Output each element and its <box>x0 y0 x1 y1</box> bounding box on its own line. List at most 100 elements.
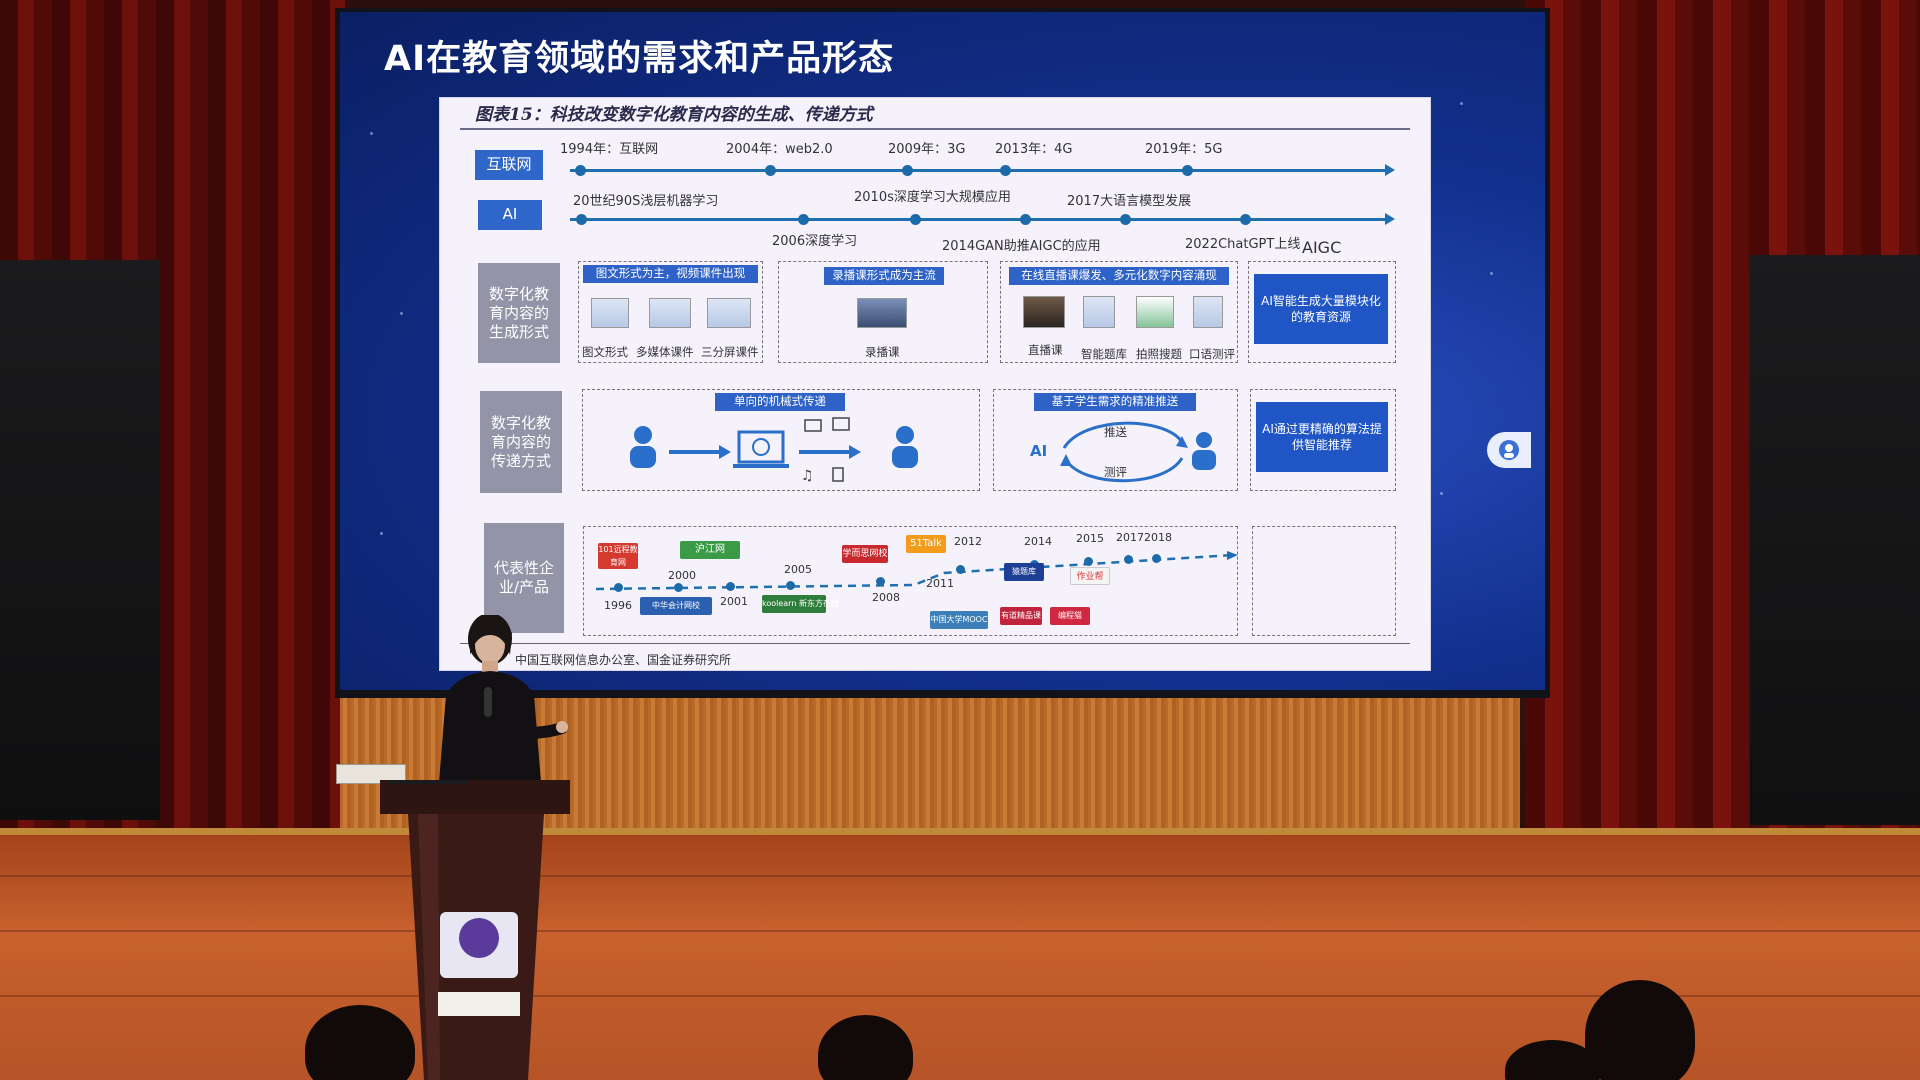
teacher-icon <box>630 426 656 468</box>
microphone-icon <box>484 687 492 717</box>
year-label: 2014 <box>1024 535 1052 548</box>
internet-timeline-line <box>570 169 1386 172</box>
caption: 拍照搜题 <box>1136 347 1182 361</box>
year-label: 2015 <box>1076 532 1104 545</box>
aigc-generation-text: AI智能生成大量模块化的教育资源 <box>1254 274 1388 344</box>
timeline-dot <box>956 565 965 574</box>
box-head: 基于学生需求的精准推送 <box>1034 393 1196 411</box>
ai-tag: AI <box>478 200 542 230</box>
internet-event: 2013年：4G <box>995 142 1073 157</box>
timeline-dot <box>575 165 586 176</box>
caption: 录播课 <box>865 345 900 359</box>
logo-youdao: 有道精品课 <box>1000 607 1042 625</box>
source-rule <box>460 643 1410 644</box>
acoustic-panel-right <box>1750 255 1920 825</box>
row-label-generation: 数字化教育内容的生成形式 <box>478 263 560 363</box>
internet-event: 2004年：web2.0 <box>726 142 833 157</box>
student-icon <box>892 426 918 468</box>
timeline-dot <box>902 165 913 176</box>
delivery-box-2: 基于学生需求的精准推送 AI 推送 测评 <box>993 389 1238 491</box>
year-label: 2012 <box>954 535 982 548</box>
recorded-lesson-thumbnail <box>857 298 907 328</box>
one-way-delivery-diagram: ♫ <box>630 417 918 484</box>
year-label: 2001 <box>720 595 748 608</box>
logo-51talk: 51Talk <box>906 535 946 553</box>
computer-icon <box>733 430 789 468</box>
row-label-delivery: 数字化教育内容的传递方式 <box>480 391 562 493</box>
slide-title: AI在教育领域的需求和产品形态 <box>384 39 895 79</box>
arrow-right-icon <box>669 445 731 459</box>
products-aigc-box <box>1252 526 1396 636</box>
year-label: 1996 <box>604 599 632 612</box>
caption: 智能题库 <box>1081 347 1127 361</box>
student-icon <box>1192 432 1216 470</box>
year-label: 2008 <box>872 591 900 604</box>
year-label: 2018 <box>1144 531 1172 544</box>
precision-push-diagram <box>1060 421 1216 483</box>
courseware-thumbnail <box>649 298 691 328</box>
timeline-dot <box>910 214 921 225</box>
ai-timeline-line <box>570 218 1386 221</box>
logo-chinaacc: 中华会计网校 <box>640 597 712 615</box>
caption: 多媒体课件 <box>636 345 694 359</box>
caption: 图文形式 <box>582 345 628 359</box>
logo-koolearn: koolearn 新东方在线 <box>762 595 839 613</box>
timeline-dot <box>1000 165 1011 176</box>
caption: 直播课 <box>1028 343 1063 357</box>
logo-101: 101远程教育网 <box>598 543 638 569</box>
ai-event: 2010s深度学习大规模应用 <box>854 190 1011 205</box>
internet-event: 2019年：5G <box>1145 142 1223 157</box>
timeline-dot <box>576 214 587 225</box>
push-label: 推送 <box>1104 425 1127 439</box>
timeline-dot <box>1124 555 1133 564</box>
timeline-dot <box>1240 214 1251 225</box>
products-timeline-box: 1996 2000 2001 2005 2008 2011 2012 2014 … <box>583 526 1238 636</box>
logo-yuantiku: 猿题库 <box>1004 563 1044 581</box>
caption-rule <box>460 128 1410 130</box>
logo-mooc: 中国大学MOOC <box>930 611 988 629</box>
courseware-thumbnail <box>707 298 751 328</box>
delivery-box-aigc: AI通过更精确的算法提供智能推荐 <box>1250 389 1396 491</box>
ai-event: 2022ChatGPT上线 <box>1185 237 1301 252</box>
svg-text:♫: ♫ <box>801 468 814 484</box>
timeline-dot <box>726 582 735 591</box>
acoustic-panel-left <box>0 260 160 820</box>
year-label: 2000 <box>668 569 696 582</box>
year-label: 2005 <box>784 563 812 576</box>
presenter <box>438 615 568 795</box>
logo-hujiang: 沪江网 <box>680 541 740 559</box>
timeline-dot <box>674 583 683 592</box>
year-label: 2011 <box>926 577 954 590</box>
timeline-dot <box>1120 214 1131 225</box>
question-bank-thumbnail <box>1083 296 1115 328</box>
ai-event: 20世纪90S浅层机器学习 <box>573 194 719 209</box>
arrow-right-icon <box>799 445 861 459</box>
courseware-thumbnail <box>591 298 629 328</box>
photo-search-thumbnail <box>1136 296 1174 328</box>
timeline-dot <box>1084 557 1093 566</box>
timeline-dot <box>765 165 776 176</box>
laptop <box>388 780 468 784</box>
timeline-dot <box>1152 554 1161 563</box>
timeline-dot <box>876 577 885 586</box>
box-head: 单向的机械式传递 <box>715 393 845 411</box>
figure-sheet: 图表15：科技改变数字化教育内容的生成、传递方式 互联网 1994年：互联网 2… <box>440 98 1430 670</box>
school-nameplate <box>438 992 520 1016</box>
caption: 三分屏课件 <box>701 345 759 359</box>
internet-event: 1994年：互联网 <box>560 142 659 157</box>
timeline-dot <box>786 581 795 590</box>
generation-box-3: 在线直播课爆发、多元化数字内容涌现 直播课 智能题库 拍照搜题 口语测评 <box>1000 261 1238 363</box>
aigc-delivery-text: AI通过更精确的算法提供智能推荐 <box>1256 402 1388 472</box>
figure-caption: 图表15：科技改变数字化教育内容的生成、传递方式 <box>475 105 873 125</box>
floating-assistant-button[interactable] <box>1487 432 1531 468</box>
generation-box-2: 录播课形式成为主流 录播课 <box>778 261 988 363</box>
ai-event: 2006深度学习 <box>772 234 858 249</box>
internet-event: 2009年：3G <box>888 142 966 157</box>
timeline-dot <box>798 214 809 225</box>
year-label: 2017 <box>1116 531 1144 544</box>
timeline-dot <box>614 583 623 592</box>
internet-tag: 互联网 <box>475 150 543 180</box>
arrow-right-icon <box>1385 164 1395 176</box>
ai-node-label: AI <box>1030 442 1048 460</box>
logo-xueersi: 学而思网校 <box>842 545 888 563</box>
